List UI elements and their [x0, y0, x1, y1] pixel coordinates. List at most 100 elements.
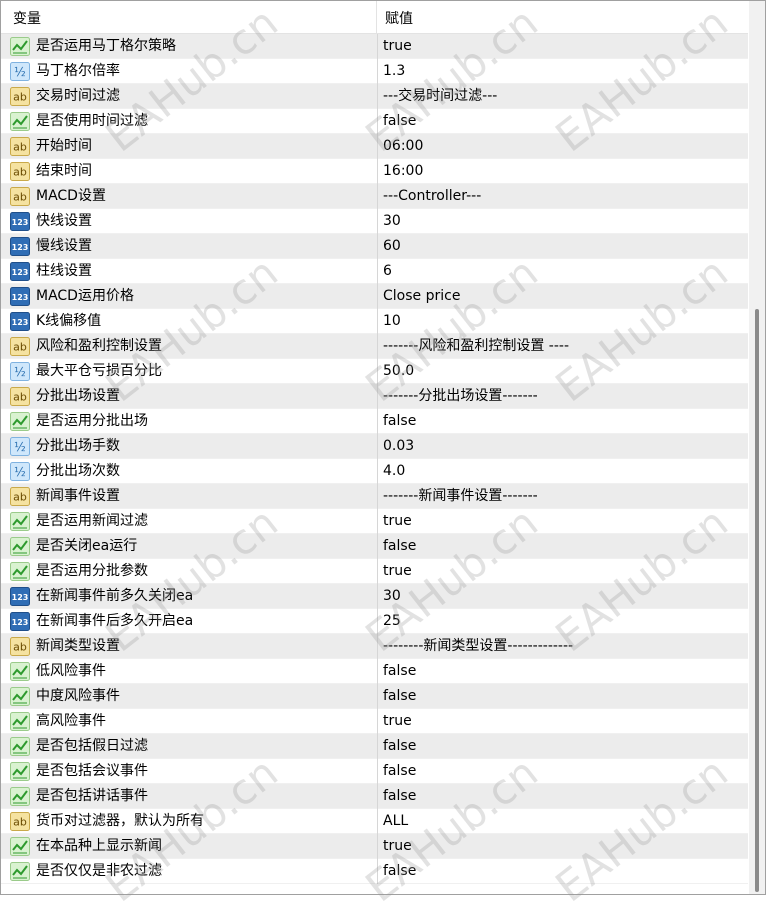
- column-divider: [377, 684, 378, 709]
- column-divider: [377, 534, 378, 559]
- variable-value[interactable]: 10: [383, 309, 745, 334]
- table-row[interactable]: ab 新闻事件设置 -------新闻事件设置-------: [1, 484, 748, 509]
- double-type-icon: ½: [10, 62, 30, 81]
- variable-name: 马丁格尔倍率: [36, 63, 120, 79]
- string-type-icon: ab: [10, 337, 30, 356]
- table-row[interactable]: ½ 最大平仓亏损百分比 50.0: [1, 359, 748, 384]
- variable-value[interactable]: false: [383, 659, 745, 684]
- variable-value[interactable]: 50.0: [383, 359, 745, 384]
- table-row[interactable]: 是否运用马丁格尔策略 true: [1, 34, 748, 59]
- variable-value[interactable]: false: [383, 684, 745, 709]
- bool-type-icon: [10, 712, 30, 731]
- column-divider: [377, 834, 378, 859]
- column-divider: [377, 409, 378, 434]
- variable-value[interactable]: 25: [383, 609, 745, 634]
- variable-value[interactable]: ---Controller---: [383, 184, 745, 209]
- variable-value[interactable]: --------新闻类型设置-------------: [383, 634, 745, 659]
- variable-value[interactable]: false: [383, 409, 745, 434]
- table-row[interactable]: ab MACD设置 ---Controller---: [1, 184, 748, 209]
- variable-value[interactable]: ALL: [383, 809, 745, 834]
- scrollbar-thumb[interactable]: [755, 309, 759, 892]
- variable-value[interactable]: false: [383, 109, 745, 134]
- variable-name: 最大平仓亏损百分比: [36, 363, 162, 379]
- table-row[interactable]: ½ 马丁格尔倍率 1.3: [1, 59, 748, 84]
- table-row[interactable]: 中度风险事件 false: [1, 684, 748, 709]
- table-row[interactable]: 123 K线偏移值 10: [1, 309, 748, 334]
- table-row[interactable]: 123 快线设置 30: [1, 209, 748, 234]
- table-row[interactable]: 是否运用分批参数 true: [1, 559, 748, 584]
- table-row[interactable]: ab 结束时间 16:00: [1, 159, 748, 184]
- variable-value[interactable]: Close price: [383, 284, 745, 309]
- variable-value[interactable]: 30: [383, 584, 745, 609]
- variable-name: 是否包括会议事件: [36, 763, 148, 779]
- variable-value[interactable]: 60: [383, 234, 745, 259]
- column-divider: [377, 84, 378, 109]
- table-row[interactable]: 是否运用分批出场 false: [1, 409, 748, 434]
- variable-value[interactable]: true: [383, 559, 745, 584]
- table-row[interactable]: ab 交易时间过滤 ---交易时间过滤---: [1, 84, 748, 109]
- variable-value[interactable]: 06:00: [383, 134, 745, 159]
- table-row[interactable]: ab 开始时间 06:00: [1, 134, 748, 159]
- table-row[interactable]: 是否包括会议事件 false: [1, 759, 748, 784]
- table-row[interactable]: ab 新闻类型设置 --------新闻类型设置-------------: [1, 634, 748, 659]
- bool-type-icon: [10, 112, 30, 131]
- svg-text:½: ½: [14, 440, 26, 454]
- table-row[interactable]: ab 风险和盈利控制设置 -------风险和盈利控制设置 ----: [1, 334, 748, 359]
- double-type-icon: ½: [10, 462, 30, 481]
- table-row[interactable]: ab 分批出场设置 -------分批出场设置-------: [1, 384, 748, 409]
- variable-value[interactable]: 30: [383, 209, 745, 234]
- variable-name: 新闻类型设置: [36, 638, 120, 654]
- bool-type-icon: [10, 837, 30, 856]
- table-row[interactable]: 是否关闭ea运行 false: [1, 534, 748, 559]
- column-divider: [377, 34, 378, 59]
- table-row[interactable]: ab 货币对过滤器，默认为所有 ALL: [1, 809, 748, 834]
- bool-type-icon: [10, 787, 30, 806]
- variable-name: MACD运用价格: [36, 288, 134, 304]
- column-header-value[interactable]: 赋值: [377, 1, 748, 33]
- table-row[interactable]: 123 柱线设置 6: [1, 259, 748, 284]
- table-row[interactable]: 高风险事件 true: [1, 709, 748, 734]
- variable-value[interactable]: true: [383, 834, 745, 859]
- vertical-scrollbar[interactable]: [749, 1, 765, 894]
- bool-type-icon: [10, 762, 30, 781]
- variable-value[interactable]: ---交易时间过滤---: [383, 84, 745, 109]
- variable-name: 开始时间: [36, 138, 92, 154]
- variable-value[interactable]: 0.03: [383, 434, 745, 459]
- variable-value[interactable]: false: [383, 859, 745, 884]
- variable-value[interactable]: true: [383, 509, 745, 534]
- column-divider: [377, 209, 378, 234]
- table-row[interactable]: 在本品种上显示新闻 true: [1, 834, 748, 859]
- variable-name: 低风险事件: [36, 663, 106, 679]
- variable-value[interactable]: true: [383, 709, 745, 734]
- table-row[interactable]: 123 在新闻事件后多久开启ea 25: [1, 609, 748, 634]
- variable-value[interactable]: 1.3: [383, 59, 745, 84]
- variable-value[interactable]: false: [383, 759, 745, 784]
- variable-value[interactable]: 4.0: [383, 459, 745, 484]
- column-divider: [377, 759, 378, 784]
- integer-type-icon: 123: [10, 262, 30, 281]
- variable-value[interactable]: -------分批出场设置-------: [383, 384, 745, 409]
- table-row[interactable]: 123 慢线设置 60: [1, 234, 748, 259]
- variable-value[interactable]: true: [383, 34, 745, 59]
- table-row[interactable]: ½ 分批出场次数 4.0: [1, 459, 748, 484]
- table-row[interactable]: 是否运用新闻过滤 true: [1, 509, 748, 534]
- variable-value[interactable]: -------新闻事件设置-------: [383, 484, 745, 509]
- table-row[interactable]: 是否使用时间过滤 false: [1, 109, 748, 134]
- variable-value[interactable]: 6: [383, 259, 745, 284]
- table-row[interactable]: 是否仅仅是非农过滤 false: [1, 859, 748, 884]
- variable-value[interactable]: false: [383, 734, 745, 759]
- table-row[interactable]: 是否包括假日过滤 false: [1, 734, 748, 759]
- variable-value[interactable]: false: [383, 534, 745, 559]
- table-row[interactable]: ½ 分批出场手数 0.03: [1, 434, 748, 459]
- svg-text:½: ½: [14, 65, 26, 79]
- variable-name: 是否关闭ea运行: [36, 538, 138, 554]
- variable-name: 是否运用分批参数: [36, 563, 148, 579]
- variable-value[interactable]: -------风险和盈利控制设置 ----: [383, 334, 745, 359]
- variable-value[interactable]: false: [383, 784, 745, 809]
- table-row[interactable]: 123 在新闻事件前多久关闭ea 30: [1, 584, 748, 609]
- table-row[interactable]: 123 MACD运用价格 Close price: [1, 284, 748, 309]
- table-row[interactable]: 低风险事件 false: [1, 659, 748, 684]
- variable-value[interactable]: 16:00: [383, 159, 745, 184]
- table-row[interactable]: 是否包括讲话事件 false: [1, 784, 748, 809]
- column-header-variable[interactable]: 变量: [1, 1, 377, 33]
